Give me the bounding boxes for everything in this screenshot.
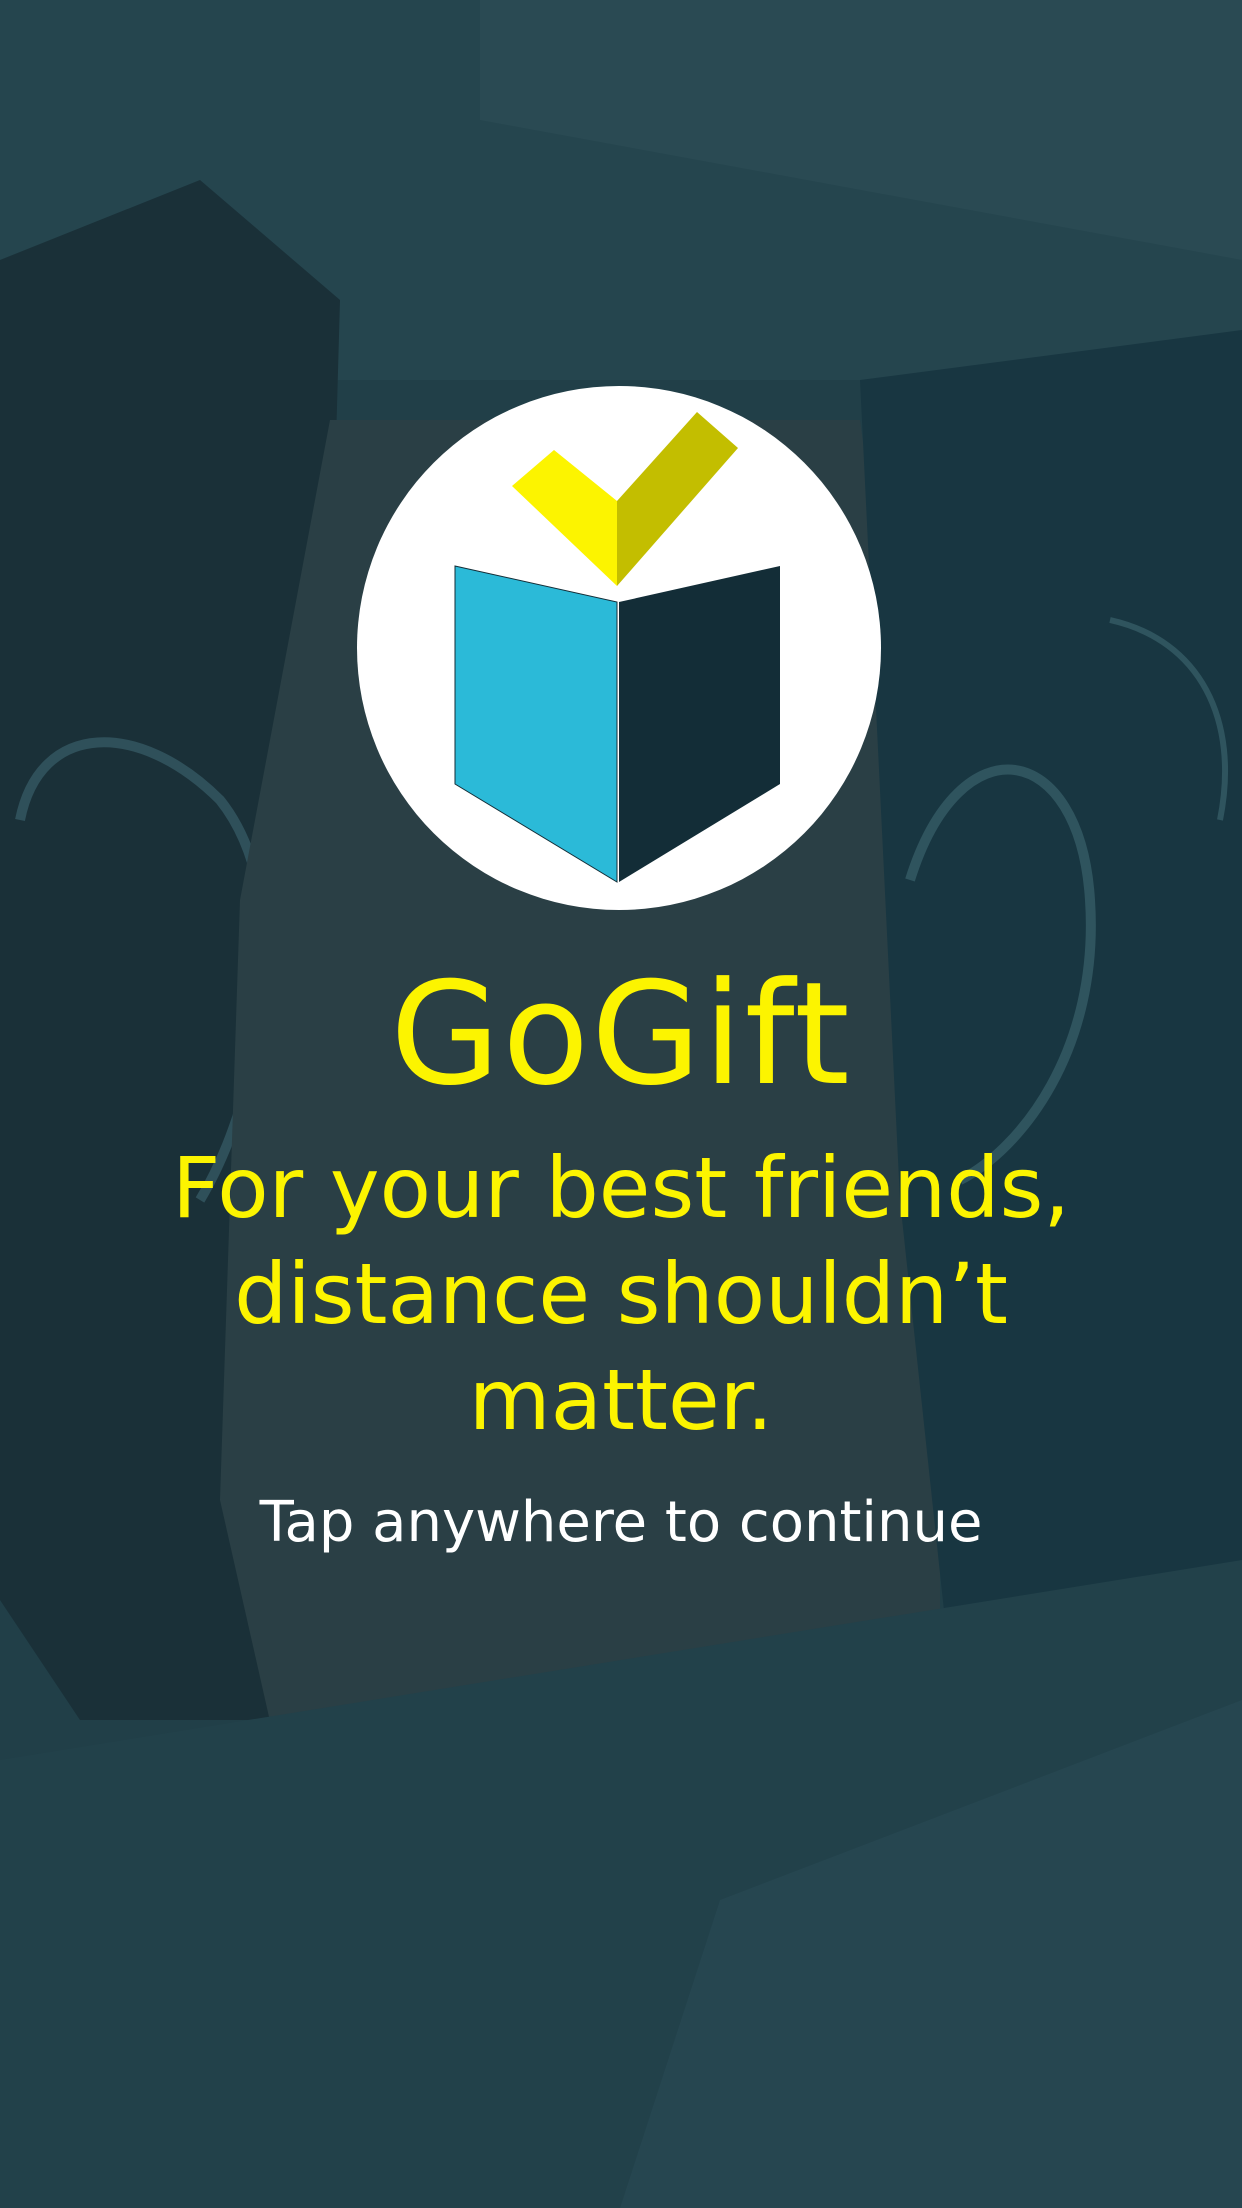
- app-title: GoGift: [390, 952, 852, 1117]
- splash-screen[interactable]: GoGift For your best friends, distance s…: [0, 0, 1242, 2208]
- open-book-with-checkmark-icon: [454, 412, 780, 883]
- tap-to-continue-hint: Tap anywhere to continue: [259, 1490, 983, 1555]
- tagline: For your best friends, distance shouldn’…: [171, 1139, 1071, 1449]
- app-logo: [357, 386, 881, 910]
